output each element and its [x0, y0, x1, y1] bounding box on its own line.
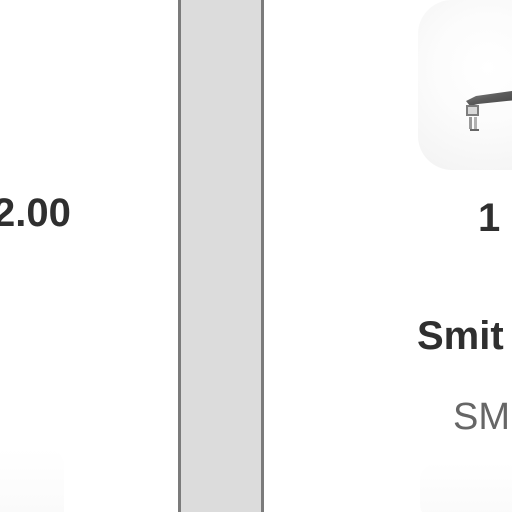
price-total-value: 2.00: [0, 191, 71, 235]
faucet-icon: [466, 90, 512, 131]
cart-screen: 2.00 1 Smit SM: [0, 0, 512, 512]
product-name: Smit: [417, 314, 504, 358]
right-card-bottom-edge: [420, 462, 512, 512]
left-card-bottom-edge: [0, 448, 64, 512]
panel-divider: [178, 0, 264, 512]
product-quantity: 1: [478, 196, 501, 240]
product-code: SM: [453, 396, 510, 438]
